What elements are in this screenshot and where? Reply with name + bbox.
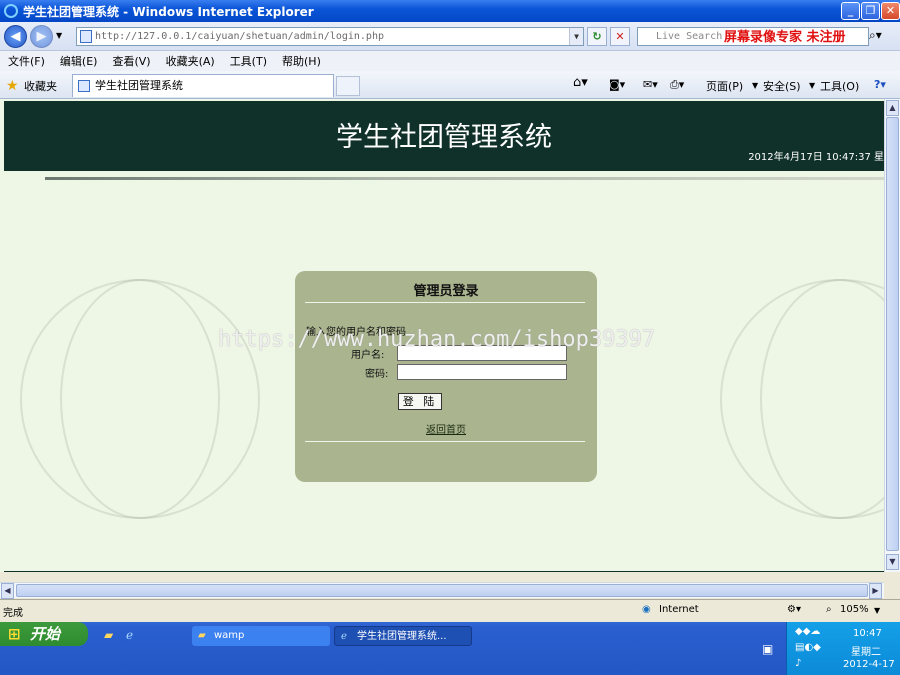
page-icon — [80, 30, 92, 43]
show-desktop-icon[interactable]: ▰ — [104, 628, 113, 642]
zoom-icon: ⌕ — [826, 604, 832, 615]
menu-favorites[interactable]: 收藏夹(A) — [166, 53, 215, 69]
window-title-bar[interactable]: 学生社团管理系统 - Windows Internet Explorer _ ❐… — [0, 0, 900, 22]
site-header: 学生社团管理系统 2012年4月17日 10:47:37 星 — [4, 101, 884, 171]
favorites-bar: ★ 收藏夹 学生社团管理系统 ⌂▾ ◙▾ ✉▾ ⎙▾ 页面(P) ▼ 安全(S)… — [0, 71, 900, 99]
globe-icon: ◉ — [642, 604, 651, 615]
security-zone: Internet — [659, 604, 699, 615]
feeds-icon[interactable]: ◙▾ — [609, 78, 625, 91]
menu-view[interactable]: 查看(V) — [112, 53, 150, 69]
password-label: 密码: — [365, 369, 389, 380]
folder-icon: ▰ — [198, 630, 206, 641]
login-panel: 管理员登录 输入您的用户名和密码 用户名: 密码: 登 陆 返回首页 — [295, 271, 597, 482]
window-title: 学生社团管理系统 - Windows Internet Explorer — [23, 4, 314, 19]
home-icon[interactable]: ⌂▾ — [573, 75, 588, 90]
menu-tools[interactable]: 工具(T) — [230, 53, 267, 69]
maximize-button[interactable]: ❐ — [861, 2, 880, 20]
ie-icon: ℯ — [341, 631, 347, 642]
safety-menu[interactable]: 安全(S) — [763, 78, 801, 94]
tray-app-icons[interactable]: ▤◐◆ — [795, 642, 821, 653]
refresh-button[interactable]: ↻ — [587, 27, 607, 46]
taskbar: ⊞ 开始 ▰ ℯ ▰ wamp ℯ 学生社团管理系统... ▣ ◆◆☁ ▤◐◆ … — [0, 622, 900, 675]
page-menu[interactable]: 页面(P) — [706, 78, 743, 94]
safety-menu-chevron-icon: ▼ — [809, 81, 816, 90]
clock-time[interactable]: 10:47 — [853, 628, 882, 639]
navigation-bar: ◀ ▶ ▼ http://127.0.0.1/caiyuan/shetuan/a… — [0, 22, 900, 51]
back-button[interactable]: ◀ — [4, 25, 27, 48]
address-dropdown-icon[interactable]: ▼ — [569, 28, 583, 45]
login-button[interactable]: 登 陆 — [398, 393, 442, 410]
overlay-watermark: https://www.huzhan.com/ishop39397 — [218, 327, 656, 352]
page-menu-chevron-icon: ▼ — [752, 81, 759, 90]
status-bar: 完成 ◉ Internet ⚙▾ ⌕ 105% ▼ — [0, 599, 900, 619]
close-button[interactable]: ✕ — [881, 2, 900, 20]
stop-button[interactable]: ✕ — [610, 27, 630, 46]
system-tray: ◆◆☁ ▤◐◆ ♪ 10:47 星期二 2012-4-17 — [786, 622, 900, 675]
menu-edit[interactable]: 编辑(E) — [60, 53, 98, 69]
language-bar-icon[interactable]: ▣ — [762, 642, 773, 656]
scroll-right-icon[interactable]: ▶ — [869, 583, 882, 599]
search-icon[interactable]: ⌕▾ — [869, 28, 882, 43]
ie-logo-icon — [4, 4, 18, 18]
help-icon[interactable]: ?▾ — [874, 78, 886, 91]
login-heading: 管理员登录 — [413, 284, 479, 299]
protected-mode-icon[interactable]: ⚙▾ — [787, 604, 801, 615]
menu-help[interactable]: 帮助(H) — [282, 53, 321, 69]
panel-divider-bottom — [305, 441, 585, 442]
scroll-down-icon[interactable]: ▼ — [886, 554, 899, 570]
windows-logo-icon: ⊞ — [8, 625, 21, 643]
mail-icon[interactable]: ✉▾ — [643, 78, 658, 91]
scroll-up-icon[interactable]: ▲ — [886, 100, 899, 116]
scroll-left-icon[interactable]: ◀ — [1, 583, 14, 599]
page-icon — [78, 80, 90, 92]
quick-launch-ie-icon[interactable]: ℯ — [126, 628, 133, 642]
minimize-button[interactable]: _ — [841, 2, 860, 20]
zoom-dropdown-icon[interactable]: ▼ — [874, 606, 880, 615]
forward-button[interactable]: ▶ — [30, 25, 53, 48]
tools-menu[interactable]: 工具(O) — [820, 78, 859, 94]
panel-divider-top — [305, 302, 585, 303]
header-divider — [45, 177, 884, 180]
clock-date: 2012-4-17 — [843, 659, 895, 670]
header-datetime: 2012年4月17日 10:47:37 星 — [748, 152, 884, 163]
vertical-scrollbar[interactable]: ▲ ▼ — [884, 99, 900, 572]
globe-meridian-left — [60, 279, 220, 519]
task-wamp[interactable]: ▰ wamp — [192, 626, 330, 646]
tray-status-icons[interactable]: ◆◆☁ — [795, 626, 820, 637]
vertical-scroll-thumb[interactable] — [886, 117, 899, 551]
horizontal-scroll-thumb[interactable] — [16, 584, 868, 597]
status-text: 完成 — [3, 608, 23, 619]
new-tab-button[interactable] — [336, 76, 360, 96]
address-input[interactable]: http://127.0.0.1/caiyuan/shetuan/admin/l… — [76, 27, 584, 46]
password-input[interactable] — [397, 364, 567, 380]
clock-weekday: 星期二 — [851, 647, 881, 658]
start-button[interactable]: ⊞ 开始 — [0, 622, 88, 646]
task-ie-window[interactable]: ℯ 学生社团管理系统... — [334, 626, 472, 646]
menu-bar: 文件(F) 编辑(E) 查看(V) 收藏夹(A) 工具(T) 帮助(H) — [0, 51, 900, 71]
favorites-star-icon[interactable]: ★ — [6, 78, 19, 94]
browser-tab[interactable]: 学生社团管理系统 — [72, 74, 334, 97]
zoom-level[interactable]: 105% — [840, 604, 869, 615]
print-icon[interactable]: ⎙▾ — [670, 78, 684, 92]
menu-file[interactable]: 文件(F) — [8, 53, 45, 69]
recorder-watermark: 屏幕录像专家 未注册 — [724, 30, 846, 45]
back-home-link[interactable]: 返回首页 — [295, 421, 597, 436]
favorites-button[interactable]: 收藏夹 — [24, 78, 57, 94]
history-dropdown-icon[interactable]: ▼ — [56, 31, 62, 40]
page-content: 学生社团管理系统 2012年4月17日 10:47:37 星 管理员登录 输入您… — [0, 99, 884, 572]
site-footer-bar — [4, 571, 884, 572]
horizontal-scrollbar[interactable]: ◀ ▶ — [0, 582, 884, 599]
tray-sound-icon[interactable]: ♪ — [795, 658, 801, 669]
